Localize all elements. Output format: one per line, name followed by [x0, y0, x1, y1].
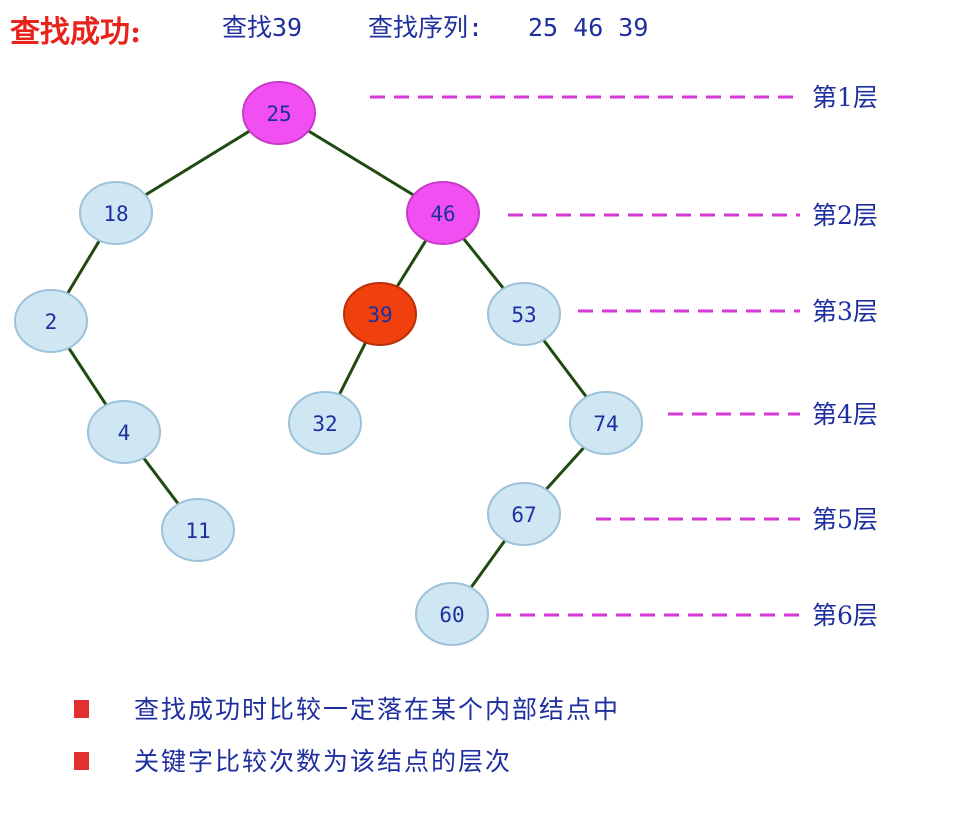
tree-node-11: 11: [161, 498, 235, 562]
node-label: 11: [185, 519, 210, 543]
node-label: 2: [45, 310, 58, 334]
tree-node-4: 4: [87, 400, 161, 464]
tree-node-18: 18: [79, 181, 153, 245]
tree-node-53: 53: [487, 282, 561, 346]
tree-node-32: 32: [288, 391, 362, 455]
search-sequence-label: 查找序列:: [368, 13, 483, 42]
node-label: 67: [511, 503, 536, 527]
tree-node-25: 25: [242, 81, 316, 145]
node-label: 32: [312, 412, 337, 436]
node-label: 53: [511, 303, 536, 327]
result-title: 查找成功:: [10, 15, 141, 50]
square-bullet-icon: [74, 752, 89, 770]
square-bullet-icon: [74, 700, 89, 718]
node-label: 39: [367, 303, 392, 327]
tree-nodes: 25 18 46 2 39 53 4 32 74 11 67 60: [14, 81, 643, 646]
note-list: 查找成功时比较一定落在某个内部结点中 关键字比较次数为该结点的层次: [74, 695, 620, 776]
node-label: 18: [103, 202, 128, 226]
bst-search-diagram: 第1层第2层第3层第4层第5层第6层 25 18 46 2 39 53 4 32 74 11 67 6…: [10, 13, 878, 776]
node-label: 60: [439, 603, 464, 627]
tree-node-39: 39: [343, 282, 417, 346]
search-sequence: 25 46 39: [528, 13, 648, 42]
level-label-6: 第6层: [812, 601, 878, 630]
search-target: 查找39: [222, 13, 302, 42]
node-label: 74: [593, 412, 618, 436]
note-item-2: 关键字比较次数为该结点的层次: [134, 747, 512, 776]
level-label-1: 第1层: [812, 83, 878, 112]
level-label-4: 第4层: [812, 400, 878, 429]
level-markers: 第1层第2层第3层第4层第5层第6层: [370, 83, 878, 630]
level-label-2: 第2层: [812, 201, 878, 230]
node-label: 46: [430, 202, 455, 226]
node-label: 25: [266, 102, 291, 126]
tree-node-67: 67: [487, 482, 561, 546]
tree-node-74: 74: [569, 391, 643, 455]
tree-node-2: 2: [14, 289, 88, 353]
note-item-1: 查找成功时比较一定落在某个内部结点中: [134, 695, 620, 724]
node-label: 4: [118, 421, 131, 445]
tree-node-46: 46: [406, 181, 480, 245]
tree-node-60: 60: [415, 582, 489, 646]
level-label-5: 第5层: [812, 505, 878, 534]
level-label-3: 第3层: [812, 297, 878, 326]
